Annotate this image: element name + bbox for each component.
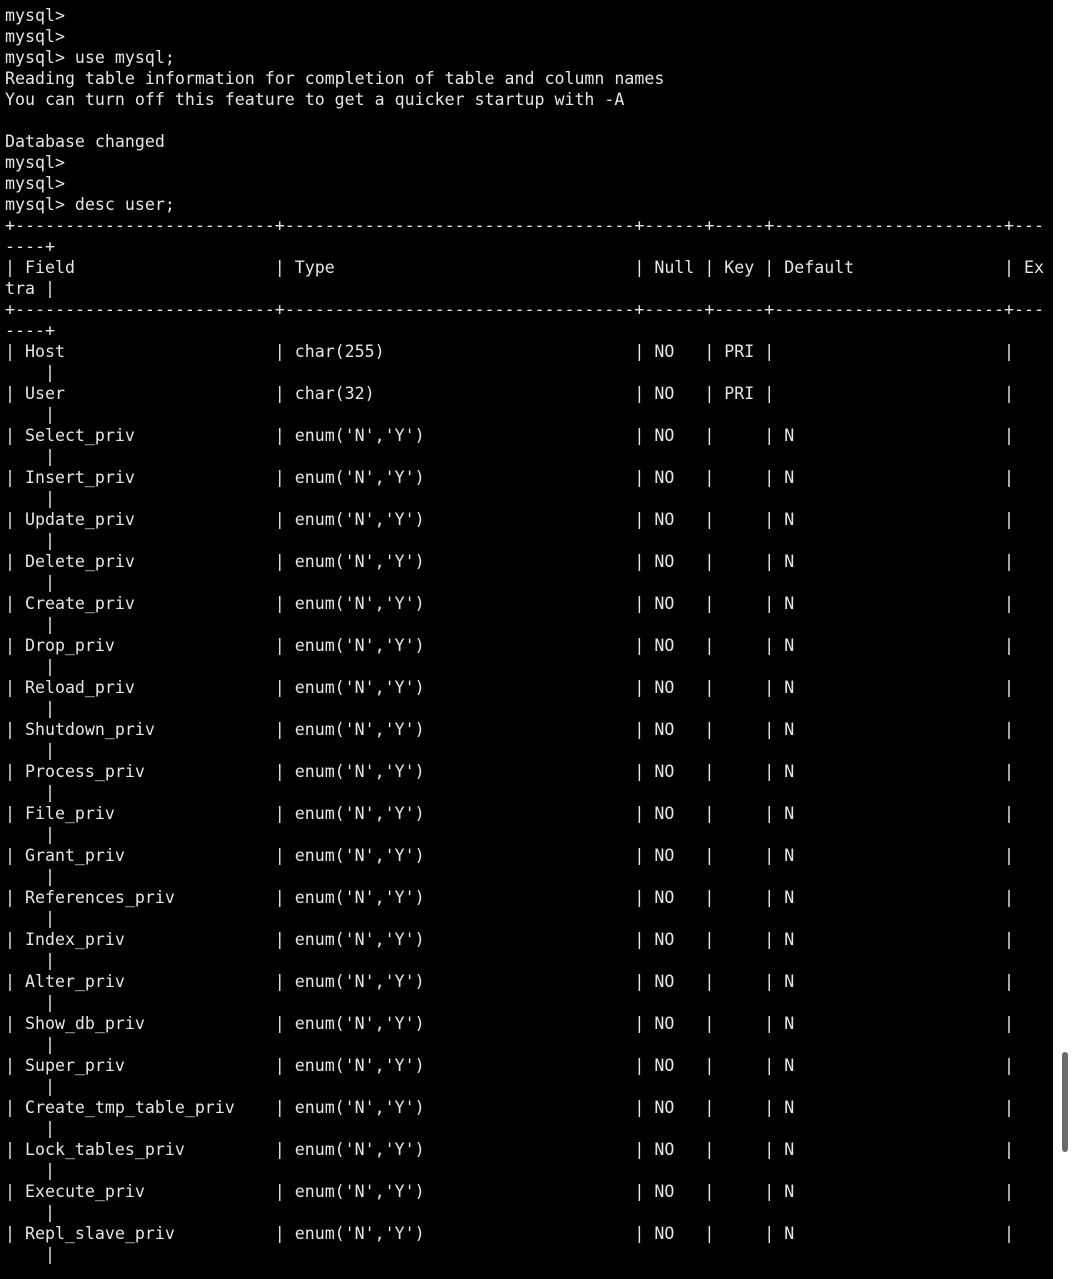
scrollbar-thumb[interactable] bbox=[1062, 1052, 1068, 1152]
terminal-window[interactable]: mysql> mysql> mysql> use mysql; Reading … bbox=[0, 0, 1053, 1279]
terminal-output[interactable]: mysql> mysql> mysql> use mysql; Reading … bbox=[0, 0, 1053, 1265]
